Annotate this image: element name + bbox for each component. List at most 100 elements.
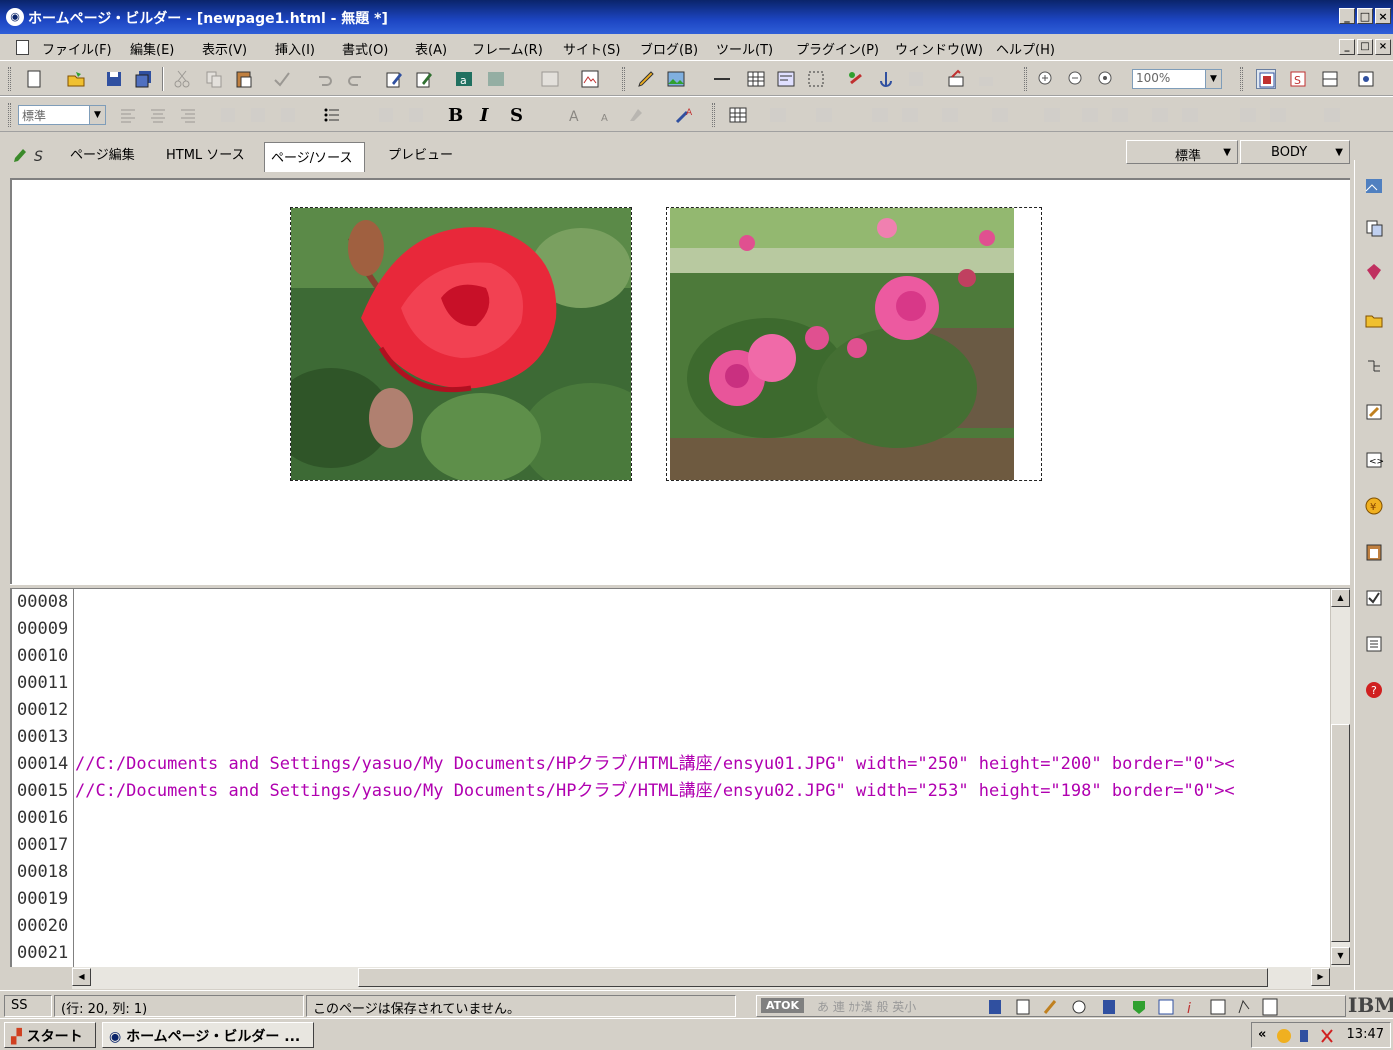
- ime-mode-label[interactable]: あ 連 ｶﾅ漢 般 英小: [817, 998, 916, 1015]
- preview-mode-icon[interactable]: [1356, 69, 1376, 89]
- scroll-left-icon[interactable]: ◀: [72, 968, 91, 986]
- tab-html-source[interactable]: HTML ソース: [166, 144, 245, 163]
- panel-clipboard-icon[interactable]: [1364, 542, 1384, 562]
- split-mode-icon[interactable]: [1320, 69, 1340, 89]
- save-all-icon[interactable]: [134, 69, 154, 89]
- undo-icon[interactable]: [314, 69, 334, 89]
- menu-frame[interactable]: フレーム(R): [472, 39, 543, 58]
- font-larger-icon[interactable]: A: [566, 105, 586, 125]
- panel-network-icon[interactable]: [1364, 356, 1384, 376]
- align-right-icon[interactable]: [178, 105, 198, 125]
- app-icon[interactable]: ◉: [6, 8, 24, 26]
- scroll-down-icon[interactable]: ▼: [1331, 947, 1350, 965]
- panel-code-icon[interactable]: <>: [1364, 450, 1384, 470]
- source-line-14[interactable]: //C:/Documents and Settings/yasuo/My Doc…: [75, 751, 1330, 778]
- table-row-icon[interactable]: [768, 105, 788, 125]
- list-outdent-icon[interactable]: [406, 105, 426, 125]
- table-icon[interactable]: [746, 69, 766, 89]
- cell-valign-icon[interactable]: [1110, 105, 1130, 125]
- pencil-icon[interactable]: [636, 69, 656, 89]
- block-icon[interactable]: [278, 105, 298, 125]
- cell-align-icon[interactable]: [1080, 105, 1100, 125]
- menu-view[interactable]: 表示(V): [202, 39, 247, 58]
- font-smaller-icon[interactable]: A: [596, 105, 616, 125]
- bullet-list-icon[interactable]: [322, 105, 342, 125]
- doc-minimize-button[interactable]: _: [1339, 39, 1355, 55]
- tab-preview[interactable]: プレビュー: [388, 144, 453, 163]
- link-icon[interactable]: [846, 69, 866, 89]
- tray-icons[interactable]: [1274, 1026, 1344, 1046]
- publish-icon[interactable]: [946, 69, 966, 89]
- check-icon[interactable]: [272, 69, 292, 89]
- anchor-icon[interactable]: [876, 69, 896, 89]
- menu-table[interactable]: 表(A): [415, 39, 447, 58]
- taskbar-app-button[interactable]: ◉ ホームページ・ビルダー ...: [102, 1022, 314, 1048]
- source-horizontal-scrollbar[interactable]: ◀ ▶: [72, 967, 1330, 989]
- cell-insert-icon[interactable]: [940, 105, 960, 125]
- menu-tools[interactable]: ツール(T): [716, 39, 773, 58]
- publish-2-icon[interactable]: [976, 69, 996, 89]
- page-edit-mode-icon[interactable]: [1256, 69, 1276, 89]
- page-edit-pane[interactable]: [10, 178, 1350, 584]
- panel-edit-icon[interactable]: [1364, 402, 1384, 422]
- source-line-15[interactable]: //C:/Documents and Settings/yasuo/My Doc…: [75, 778, 1330, 805]
- cell-bg-icon[interactable]: [1238, 105, 1258, 125]
- indent-icon[interactable]: [218, 105, 238, 125]
- web-art-2-icon[interactable]: [486, 69, 506, 89]
- copy-icon[interactable]: [204, 69, 224, 89]
- cell-merge-icon[interactable]: [870, 105, 890, 125]
- panel-coin-icon[interactable]: ¥: [1364, 496, 1384, 516]
- menu-help[interactable]: ヘルプ(H): [996, 39, 1055, 58]
- font-style-button[interactable]: S: [510, 105, 530, 126]
- align-center-icon[interactable]: [148, 105, 168, 125]
- panel-help-icon[interactable]: ?: [1364, 680, 1384, 700]
- source-vertical-scrollbar[interactable]: ▲ ▼: [1330, 589, 1350, 967]
- ime-tool-icons[interactable]: i: [987, 997, 1287, 1017]
- panel-image-icon[interactable]: [1364, 176, 1384, 196]
- cell-border-icon[interactable]: [1268, 105, 1288, 125]
- horizontal-scroll-thumb[interactable]: [358, 968, 1268, 987]
- style-dropdown[interactable]: 標準 ▼: [1126, 140, 1238, 164]
- web-art-icon[interactable]: a: [454, 69, 474, 89]
- cell-width-icon[interactable]: [1150, 105, 1170, 125]
- start-button[interactable]: ▞ スタート: [4, 1022, 96, 1048]
- horizontal-rule-icon[interactable]: [712, 69, 732, 89]
- cell-split-icon[interactable]: [900, 105, 920, 125]
- text-brush-icon[interactable]: A: [674, 105, 694, 125]
- zoom-in-icon[interactable]: [1036, 69, 1056, 89]
- paragraph-style-select[interactable]: 標準 ▼: [18, 105, 106, 125]
- cell-misc-icon[interactable]: [1322, 105, 1342, 125]
- menu-plugins[interactable]: プラグイン(P): [796, 39, 879, 58]
- ime-atok-label[interactable]: ATOK: [761, 998, 805, 1013]
- image-icon[interactable]: [666, 69, 686, 89]
- scroll-up-icon[interactable]: ▲: [1331, 589, 1350, 607]
- cut-icon[interactable]: [172, 69, 192, 89]
- tag-dropdown[interactable]: BODY ▼: [1240, 140, 1350, 164]
- table-col-icon[interactable]: [814, 105, 834, 125]
- doc-close-button[interactable]: ×: [1375, 39, 1391, 55]
- document-icon[interactable]: [16, 40, 29, 55]
- maximize-button[interactable]: □: [1357, 8, 1373, 24]
- minimize-button[interactable]: _: [1339, 8, 1355, 24]
- open-folder-icon[interactable]: [66, 69, 86, 89]
- panel-copy-icon[interactable]: [1364, 218, 1384, 238]
- font-color-icon[interactable]: [626, 105, 646, 125]
- close-button[interactable]: ×: [1375, 8, 1391, 24]
- cell-props-icon[interactable]: [1042, 105, 1062, 125]
- panel-gem-icon[interactable]: [1364, 262, 1384, 282]
- zoom-out-icon[interactable]: [1066, 69, 1086, 89]
- menu-edit[interactable]: 編集(E): [130, 39, 174, 58]
- tab-page-edit[interactable]: ページ編集: [70, 144, 135, 163]
- table-edit-icon[interactable]: [540, 69, 560, 89]
- menu-site[interactable]: サイト(S): [563, 39, 620, 58]
- insert-table-icon[interactable]: [728, 105, 748, 125]
- menu-window[interactable]: ウィンドウ(W): [895, 39, 983, 58]
- outdent-icon[interactable]: [248, 105, 268, 125]
- link-list-icon[interactable]: [906, 69, 926, 89]
- image-pink-roses[interactable]: [666, 207, 1042, 481]
- html-source-mode-icon[interactable]: S: [1288, 69, 1308, 89]
- scroll-right-icon[interactable]: ▶: [1311, 968, 1330, 986]
- tab-page-source[interactable]: ページ/ソース: [264, 142, 366, 172]
- zoom-select[interactable]: 100% ▼: [1132, 69, 1222, 89]
- panel-folder-icon[interactable]: [1364, 310, 1384, 330]
